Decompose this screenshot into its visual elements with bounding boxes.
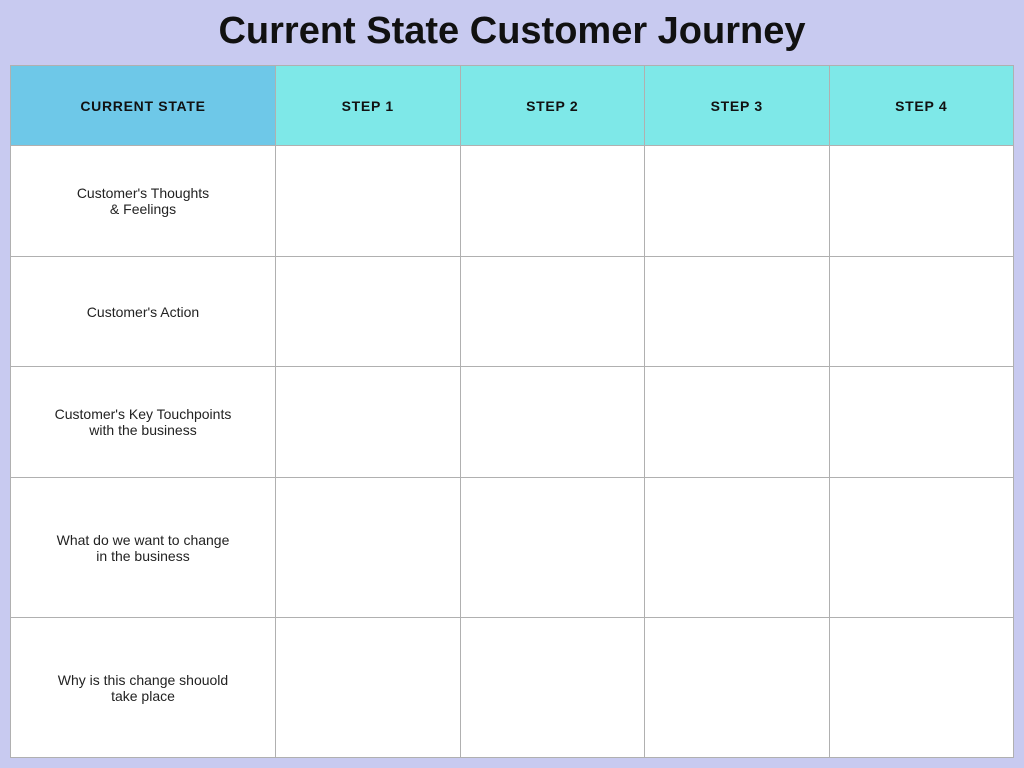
cell-step3-action[interactable] [645, 256, 830, 367]
page-wrapper: Current State Customer Journey CURRENT S… [0, 0, 1024, 768]
cell-step3-thoughts[interactable] [645, 146, 830, 257]
cell-step1-action[interactable] [276, 256, 461, 367]
cell-step3-touchpoints[interactable] [645, 367, 830, 478]
header-current-state: CURRENT STATE [11, 66, 276, 146]
cell-step1-touchpoints[interactable] [276, 367, 461, 478]
cell-step3-change[interactable] [645, 478, 830, 618]
header-step1: STEP 1 [276, 66, 461, 146]
row-label-thoughts: Customer's Thoughts& Feelings [11, 146, 276, 257]
header-step3: STEP 3 [645, 66, 830, 146]
cell-step4-action[interactable] [829, 256, 1014, 367]
cell-step4-touchpoints[interactable] [829, 367, 1014, 478]
cell-step2-thoughts[interactable] [460, 146, 645, 257]
table-row: Customer's Thoughts& Feelings [11, 146, 1014, 257]
page-title: Current State Customer Journey [218, 10, 805, 53]
cell-step4-why[interactable] [829, 618, 1014, 758]
cell-step1-why[interactable] [276, 618, 461, 758]
header-row: CURRENT STATE STEP 1 STEP 2 STEP 3 STEP … [11, 66, 1014, 146]
cell-step2-change[interactable] [460, 478, 645, 618]
cell-step2-why[interactable] [460, 618, 645, 758]
cell-step3-why[interactable] [645, 618, 830, 758]
cell-step4-change[interactable] [829, 478, 1014, 618]
cell-step2-touchpoints[interactable] [460, 367, 645, 478]
cell-step1-thoughts[interactable] [276, 146, 461, 257]
row-label-action: Customer's Action [11, 256, 276, 367]
header-step2: STEP 2 [460, 66, 645, 146]
cell-step4-thoughts[interactable] [829, 146, 1014, 257]
header-step4: STEP 4 [829, 66, 1014, 146]
cell-step1-change[interactable] [276, 478, 461, 618]
row-label-touchpoints: Customer's Key Touchpointswith the busin… [11, 367, 276, 478]
table-row: Customer's Action [11, 256, 1014, 367]
journey-table: CURRENT STATE STEP 1 STEP 2 STEP 3 STEP … [10, 65, 1014, 758]
row-label-why: Why is this change shouoldtake place [11, 618, 276, 758]
table-row: Why is this change shouoldtake place [11, 618, 1014, 758]
table-row: What do we want to changein the business [11, 478, 1014, 618]
cell-step2-action[interactable] [460, 256, 645, 367]
row-label-change: What do we want to changein the business [11, 478, 276, 618]
table-row: Customer's Key Touchpointswith the busin… [11, 367, 1014, 478]
